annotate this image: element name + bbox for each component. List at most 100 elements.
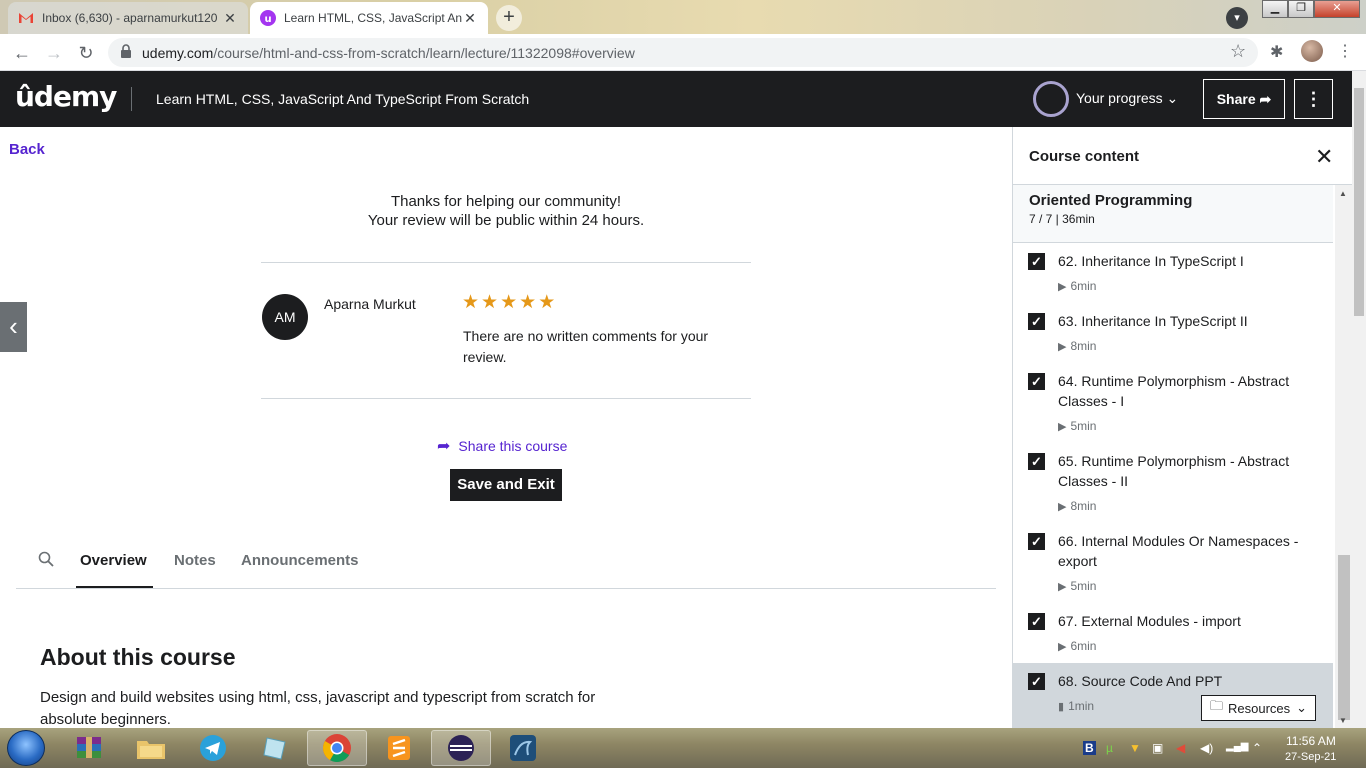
scrollbar-thumb[interactable] xyxy=(1354,88,1364,316)
sidebar-scrollbar[interactable]: ▲ ▼ xyxy=(1335,185,1352,728)
completed-checkbox[interactable]: ✓ xyxy=(1028,673,1045,690)
course-title[interactable]: Learn HTML, CSS, JavaScript And TypeScri… xyxy=(156,91,529,107)
mysql-workbench-icon[interactable] xyxy=(493,730,553,766)
browser-tab-gmail[interactable]: Inbox (6,630) - aparnamurkut120 ✕ xyxy=(8,2,248,34)
more-options-button[interactable]: ⋮ xyxy=(1294,79,1333,119)
bluetooth-tray-icon[interactable]: B xyxy=(1083,741,1096,755)
back-link[interactable]: Back xyxy=(9,141,45,158)
close-icon[interactable]: ✕ xyxy=(1315,144,1333,170)
progress-ring-icon[interactable] xyxy=(1033,81,1069,117)
resources-dropdown[interactable]: 🗀 Resources ⌄ xyxy=(1201,695,1316,721)
progress-dropdown[interactable]: Your progress ⌄ xyxy=(1076,90,1178,107)
browser-tab-udemy[interactable]: u Learn HTML, CSS, JavaScript And ✕ xyxy=(250,2,488,34)
lecture-title: 63. Inheritance In TypeScript II xyxy=(1058,313,1248,329)
completed-checkbox[interactable]: ✓ xyxy=(1028,613,1045,630)
lecture-item[interactable]: ✓ 67. External Modules - import ▶ 6min xyxy=(1013,603,1333,663)
play-circle-icon: ▶ xyxy=(1058,640,1067,653)
main-content: Back Thanks for helping our community! Y… xyxy=(0,127,1012,728)
lecture-duration: 8min xyxy=(1070,499,1097,513)
lecture-item[interactable]: ✓ 63. Inheritance In TypeScript II ▶ 8min xyxy=(1013,303,1333,363)
udemy-header: ûdemy Learn HTML, CSS, JavaScript And Ty… xyxy=(0,71,1352,127)
completed-checkbox[interactable]: ✓ xyxy=(1028,453,1045,470)
device-tray-icon[interactable]: ▣ xyxy=(1152,741,1163,755)
share-arrow-icon: ➦ xyxy=(437,438,451,455)
lecture-item[interactable]: ✓ 66. Internal Modules Or Namespaces - ex… xyxy=(1013,523,1333,603)
browser-menu-icon[interactable]: ⋮ xyxy=(1337,41,1353,61)
tab-search-icon[interactable]: ▾ xyxy=(1226,7,1248,29)
thanks-message: Thanks for helping our community! xyxy=(390,193,622,210)
scroll-down-arrow[interactable]: ▼ xyxy=(1339,716,1347,725)
star-icon: ★ xyxy=(500,292,518,313)
tray-icon[interactable]: ▼ xyxy=(1129,741,1141,755)
play-circle-icon: ▶ xyxy=(1058,340,1067,353)
completed-checkbox[interactable]: ✓ xyxy=(1028,313,1045,330)
share-button[interactable]: Share ➦ xyxy=(1203,79,1285,119)
udemy-logo[interactable]: ûdemy xyxy=(15,80,117,113)
completed-checkbox[interactable]: ✓ xyxy=(1028,253,1045,270)
address-bar[interactable]: udemy.com/course/html-and-css-from-scrat… xyxy=(108,38,1258,67)
new-tab-button[interactable]: + xyxy=(496,5,522,31)
previous-lecture-button[interactable]: ‹ xyxy=(0,302,27,352)
svg-text:u: u xyxy=(264,14,271,25)
eclipse-icon[interactable] xyxy=(431,730,491,766)
clock-time[interactable]: 11:56 AM xyxy=(1286,734,1336,748)
notes-app-icon[interactable] xyxy=(245,730,305,766)
share-course-link[interactable]: ➦ Share this course xyxy=(437,436,567,456)
close-icon[interactable]: ✕ xyxy=(222,10,238,27)
profile-avatar-icon[interactable] xyxy=(1301,40,1323,62)
share-course-label: Share this course xyxy=(458,438,568,454)
lecture-meta: ▮ 1min xyxy=(1058,699,1094,713)
lecture-item[interactable]: ✓ 62. Inheritance In TypeScript I ▶ 6min xyxy=(1013,243,1333,303)
back-arrow-icon[interactable]: ← xyxy=(10,41,34,65)
save-and-exit-button[interactable]: Save and Exit xyxy=(450,469,562,501)
folder-icon: 🗀 xyxy=(1209,698,1223,713)
minimize-button[interactable]: ▁ xyxy=(1262,0,1288,18)
star-icon: ★ xyxy=(519,292,537,313)
url-text: udemy.com/course/html-and-css-from-scrat… xyxy=(142,45,635,61)
tab-title: Inbox (6,630) - aparnamurkut120 xyxy=(42,11,218,25)
clock-date[interactable]: 27-Sep-21 xyxy=(1285,751,1336,763)
section-header[interactable]: Oriented Programming 7 / 7 | 36min xyxy=(1013,185,1333,243)
tab-overview[interactable]: Overview xyxy=(80,552,147,569)
volume-muted-icon[interactable]: ◀ xyxy=(1176,741,1185,755)
reload-icon[interactable]: ↻ xyxy=(74,41,98,65)
lecture-meta: ▶ 6min xyxy=(1058,639,1096,653)
bookmark-star-icon[interactable]: ☆ xyxy=(1230,41,1246,62)
review-text: There are no written comments for your r… xyxy=(463,328,709,365)
forward-arrow-icon[interactable]: → xyxy=(42,41,66,65)
close-window-button[interactable]: ✕ xyxy=(1314,0,1360,18)
lecture-item[interactable]: ✓ 64. Runtime Polymorphism - Abstract Cla… xyxy=(1013,363,1333,443)
completed-checkbox[interactable]: ✓ xyxy=(1028,373,1045,390)
page-scrollbar[interactable] xyxy=(1352,71,1366,728)
speaker-icon[interactable]: ◀) xyxy=(1200,741,1213,755)
maximize-button[interactable]: ❐ xyxy=(1288,0,1314,18)
utorrent-tray-icon[interactable]: µ xyxy=(1106,741,1113,755)
windows-taskbar: B µ ▼ ▣ ◀ ◀) ▂▄▆ ⌃ 11:56 AM 27-Sep-21 xyxy=(0,728,1366,768)
show-hidden-icons[interactable]: ⌃ xyxy=(1252,741,1262,755)
tab-announcements[interactable]: Announcements xyxy=(241,552,359,569)
lecture-meta: ▶ 8min xyxy=(1058,499,1096,513)
close-icon[interactable]: ✕ xyxy=(462,10,478,27)
tab-notes[interactable]: Notes xyxy=(174,552,216,569)
lecture-duration: 5min xyxy=(1070,579,1097,593)
sidebar-title: Course content xyxy=(1029,148,1140,165)
telegram-icon[interactable] xyxy=(183,730,243,766)
lecture-item[interactable]: ✓ 65. Runtime Polymorphism - Abstract Cla… xyxy=(1013,443,1333,523)
play-circle-icon: ▶ xyxy=(1058,500,1067,513)
public-notice: Your review will be public within 24 hou… xyxy=(367,212,645,229)
share-label: Share xyxy=(1216,91,1256,107)
scroll-up-arrow[interactable]: ▲ xyxy=(1339,189,1347,198)
completed-checkbox[interactable]: ✓ xyxy=(1028,533,1045,550)
chrome-icon[interactable] xyxy=(307,730,367,766)
play-circle-icon: ▶ xyxy=(1058,580,1067,593)
network-signal-icon[interactable]: ▂▄▆ xyxy=(1226,741,1248,752)
url-host: udemy.com xyxy=(142,45,214,61)
sublime-text-icon[interactable] xyxy=(369,730,429,766)
winrar-icon[interactable] xyxy=(59,730,119,766)
scrollbar-thumb[interactable] xyxy=(1338,555,1350,720)
file-explorer-icon[interactable] xyxy=(121,730,181,766)
play-circle-icon: ▶ xyxy=(1058,420,1067,433)
extensions-icon[interactable]: ✱ xyxy=(1270,42,1283,62)
start-button[interactable] xyxy=(7,730,45,766)
search-icon[interactable] xyxy=(38,551,54,572)
